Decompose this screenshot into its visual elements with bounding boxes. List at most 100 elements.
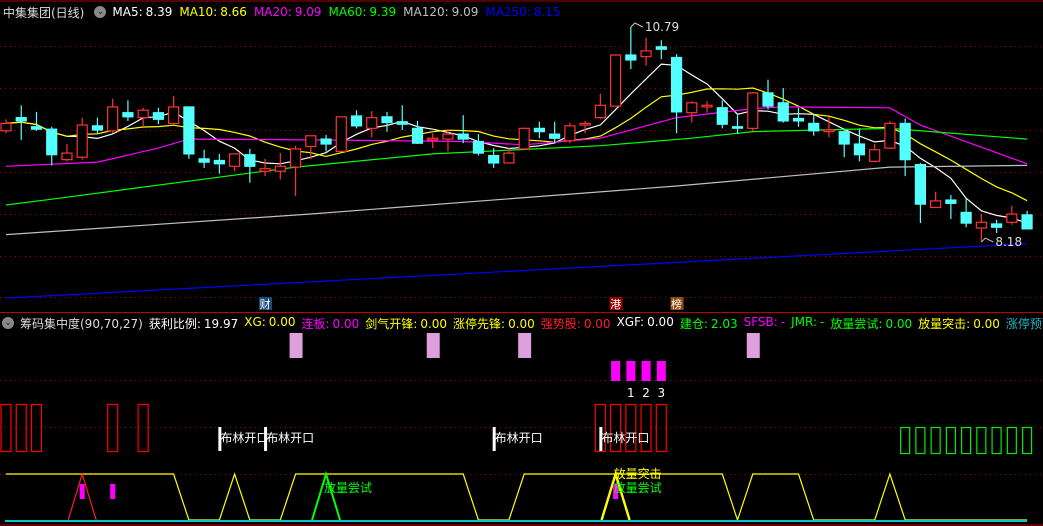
candle-body (838, 131, 850, 145)
indicator-item: 建仓: 2.03 (680, 315, 738, 332)
chevron-down-icon[interactable]: ⌄ (94, 6, 107, 18)
candle-body (579, 122, 591, 126)
indicator-item-label: XGF: (616, 314, 645, 329)
green-signal-box (991, 426, 1002, 455)
candle-body (640, 50, 652, 58)
candle-body (960, 211, 972, 224)
chevron-down-icon[interactable]: ⌄ (2, 317, 14, 329)
red-signal-box (107, 403, 119, 453)
indicator-item: 剑气开锋: 0.00 (365, 315, 447, 332)
small-magenta-bar (110, 484, 116, 499)
indicator-item-label: 涨停预警: (1005, 316, 1043, 331)
candle (137, 107, 149, 126)
candle-body (168, 106, 180, 125)
indicator-item-value: 19.97 (203, 316, 239, 331)
indicator-item-label: XG: (244, 314, 266, 329)
candle-body (777, 102, 789, 122)
boll-open-label: 布林开口 (495, 431, 543, 445)
low-price-label: 8.18 (995, 235, 1022, 249)
candle (914, 162, 927, 224)
indicator-title[interactable]: 筹码集中度(90,70,27) (20, 315, 143, 332)
candle (335, 116, 347, 153)
legend-ma250: MA250: 8.15 (485, 5, 560, 19)
candle-body (930, 200, 942, 209)
candle-body (244, 154, 256, 167)
candle-body (229, 153, 241, 167)
plum-signal-block (426, 333, 440, 358)
kline-chart[interactable]: 10.798.18财港榜1 2 3布林开口布林开口 布林开口 布林开口放量突击放量尝试放… (0, 0, 1043, 526)
candle (716, 100, 728, 129)
candle (930, 191, 942, 209)
candle-body (46, 128, 58, 156)
candle (533, 121, 546, 139)
count-label: 1 (627, 386, 635, 400)
main-chart-header: 中集集团(日线) ⌄ MA5: 8.39 MA10: 8.66 MA20: 9.09 MA6… (0, 2, 568, 22)
indicator-item: 放量尝试: 0.00 (830, 315, 912, 332)
candle (731, 115, 744, 135)
green-signal-box (961, 426, 972, 455)
ma-legend: MA5: 8.39 MA10: 8.66 MA20: 9.09 MA60: 9.39 MA120… (112, 5, 567, 19)
candle-body (518, 127, 530, 150)
indicator-item-label: 涨停先锋: (453, 316, 506, 331)
candle-body (305, 135, 317, 148)
indicator-item-value: - (780, 314, 786, 329)
candle (274, 153, 286, 180)
plum-signal-block (518, 333, 532, 358)
indicator-item-value: 0.00 (647, 314, 674, 329)
candle (990, 219, 1003, 233)
candle (670, 54, 683, 134)
boll-open-signal: 布林开口 (599, 427, 649, 451)
green-signal-box (915, 426, 926, 455)
candle-body (457, 133, 469, 140)
red-signal-box (30, 403, 43, 453)
ma-line-ma250 (5, 243, 1028, 299)
magenta-signal-block (641, 361, 651, 381)
green-signal-box (976, 426, 987, 455)
candle-body (945, 199, 957, 204)
candle-body (76, 124, 88, 158)
candle-body (427, 137, 439, 141)
candle-body (564, 125, 576, 142)
legend-label: MA20: (253, 5, 292, 19)
candle-body (503, 152, 515, 164)
candle (1021, 210, 1033, 230)
event-marker: 榜 (670, 297, 684, 311)
indicator-item-label: 放量突击: (918, 316, 971, 331)
event-marker: 财 (259, 297, 273, 311)
candle (213, 153, 225, 174)
event-marker-label: 港 (610, 298, 621, 311)
candle (640, 37, 652, 66)
candle-body (609, 54, 622, 107)
candle (305, 135, 317, 159)
candle-body (289, 148, 302, 168)
indicator-item-value: 0.00 (508, 316, 535, 331)
candle (762, 79, 774, 110)
legend-ma5: MA5: 8.39 (112, 5, 172, 19)
candle-body (15, 117, 27, 122)
candle (655, 40, 667, 60)
indicator-item-value: 2.03 (710, 316, 738, 331)
candle (168, 96, 180, 125)
candle (320, 134, 332, 152)
indicator-item: 强势股: 0.00 (541, 315, 611, 332)
candle-body (884, 122, 896, 149)
candle-body (396, 121, 408, 125)
ma-line-ma120 (5, 164, 1028, 236)
boll-open-signal: 布林开口 (264, 427, 314, 451)
indicator-values: 获利比例: 19.97 XG: 0.00 连板: 0.00 剑气开锋: 0.00 涨停先锋: 0.… (149, 315, 1043, 332)
candle (701, 101, 713, 113)
candle-body (701, 104, 713, 108)
legend-ma60: MA60: 9.39 (329, 5, 397, 19)
candle-body (411, 127, 424, 144)
red-signal-box (137, 403, 149, 453)
candle (152, 107, 164, 125)
legend-label: MA5: (112, 5, 143, 19)
low-pointer (981, 237, 994, 243)
candle-body (533, 127, 546, 133)
candle-body (686, 102, 698, 114)
candle (350, 110, 363, 129)
boll-open-label: 布林开口 (220, 431, 268, 445)
candle-body (472, 140, 485, 154)
legend-value: 8.66 (220, 5, 247, 19)
indicator-item-value: 0.00 (268, 314, 296, 329)
